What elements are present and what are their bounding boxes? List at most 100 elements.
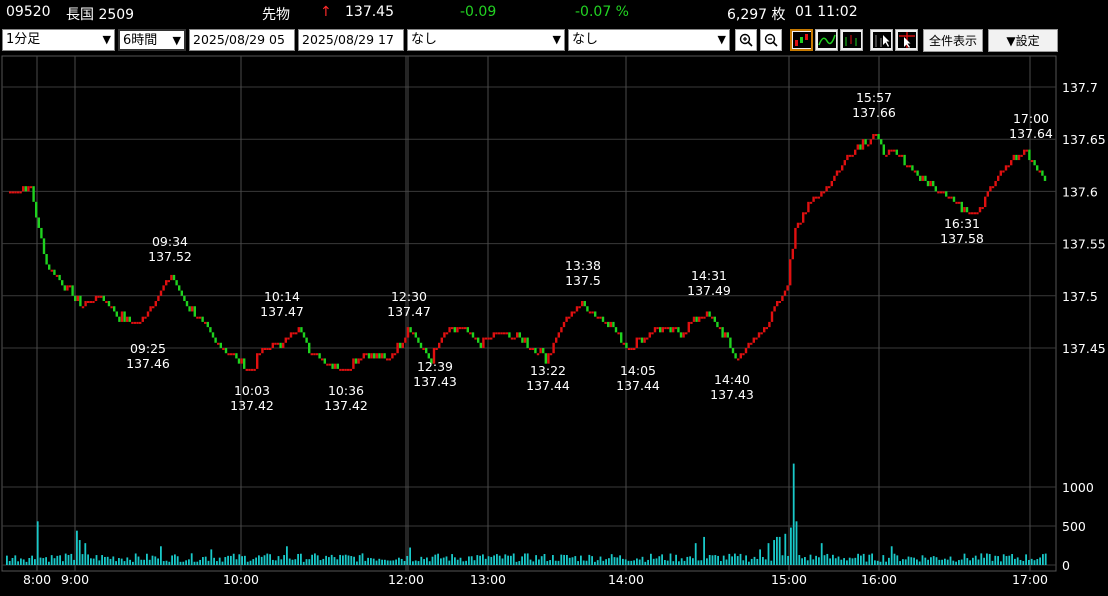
annotation-time: 14:31 xyxy=(691,268,727,283)
candlestick xyxy=(867,144,870,147)
start-date-field[interactable]: 2025/08/29 05 xyxy=(189,29,295,51)
candlestick xyxy=(87,301,90,304)
candlestick xyxy=(851,154,854,157)
volume-bar xyxy=(899,561,901,565)
candlestick xyxy=(776,301,779,307)
span-select[interactable]: 6時間 ▼ xyxy=(118,29,186,51)
price-tick-label: 137.7 xyxy=(1062,80,1098,95)
volume-bar xyxy=(818,557,820,565)
volume-bar xyxy=(398,557,400,565)
candlestick xyxy=(347,368,350,371)
indicator1-select[interactable]: なし ▼ xyxy=(407,29,565,51)
volume-bar xyxy=(462,561,465,565)
volume-bar xyxy=(308,559,311,565)
candlestick xyxy=(237,358,241,364)
volume-axis: 1000 500 0 xyxy=(1062,480,1094,573)
candlestick xyxy=(490,337,493,340)
candlestick xyxy=(869,139,872,145)
volume-bar xyxy=(865,561,868,565)
candlestick xyxy=(339,368,342,371)
candlestick xyxy=(536,353,540,356)
candlestick xyxy=(594,311,597,317)
line-chart-button[interactable] xyxy=(815,29,838,51)
volume-bar xyxy=(78,540,81,565)
zoom-in-button[interactable] xyxy=(735,29,757,51)
crosshair-tool-button[interactable] xyxy=(895,29,918,51)
annotation-time: 10:03 xyxy=(234,383,270,398)
candlestick xyxy=(258,353,261,356)
cursor-tool-button[interactable] xyxy=(870,29,893,51)
volume-bar xyxy=(199,559,201,565)
zoom-in-icon xyxy=(739,33,753,47)
candlestick xyxy=(872,133,875,140)
volume-bar xyxy=(356,561,358,565)
candlestick xyxy=(318,353,321,359)
volume-bar xyxy=(302,561,305,565)
volume-bar xyxy=(87,554,89,565)
candlestick xyxy=(607,321,610,328)
candlestick xyxy=(877,133,880,140)
candlestick xyxy=(76,295,79,302)
volume-bar xyxy=(451,554,453,565)
candlestick xyxy=(94,295,98,302)
zoom-out-button[interactable] xyxy=(760,29,782,51)
end-date-field[interactable]: 2025/08/29 17 xyxy=(298,29,404,51)
volume-bar xyxy=(64,553,67,565)
volume-bar xyxy=(708,555,711,565)
time-tick-label: 14:00 xyxy=(608,572,644,587)
candlestick xyxy=(1038,170,1041,173)
candlestick xyxy=(874,133,878,136)
candlestick xyxy=(321,358,324,361)
volume-bar xyxy=(767,543,770,565)
candlestick xyxy=(718,327,722,330)
settings-button[interactable]: ▼設定 xyxy=(988,29,1058,52)
volume-bar xyxy=(204,556,207,565)
volume-bar xyxy=(196,561,199,565)
end-date-value: 2025/08/29 17 xyxy=(302,32,394,47)
volume-bar xyxy=(389,560,392,565)
volume-bar xyxy=(980,553,983,565)
indicator2-select[interactable]: なし ▼ xyxy=(568,29,730,51)
candlestick xyxy=(55,274,59,277)
candlestick xyxy=(581,301,584,307)
candlestick xyxy=(471,332,475,338)
candlestick xyxy=(276,342,280,345)
candlestick xyxy=(19,191,22,194)
candlestick xyxy=(601,316,605,322)
candlestick xyxy=(742,353,745,356)
price-chart[interactable]: 137.7 137.65 137.6 137.55 137.5 137.45 1000 50… xyxy=(0,55,1108,596)
volume-bar xyxy=(711,555,714,565)
volume-bar xyxy=(221,561,224,565)
annotation-value: 137.43 xyxy=(413,374,457,389)
candlestick xyxy=(448,327,451,333)
candlestick xyxy=(672,327,675,333)
candlestick xyxy=(383,353,386,359)
candlestick xyxy=(932,180,935,187)
candlestick xyxy=(807,201,810,213)
volume-bar xyxy=(269,554,271,565)
candlestick xyxy=(201,316,204,322)
candlestick xyxy=(367,353,371,359)
candlestick xyxy=(646,337,649,340)
candlestick xyxy=(713,316,716,322)
interval-select[interactable]: 1分足 ▼ xyxy=(2,29,115,51)
candlestick xyxy=(705,311,709,317)
volume-bar xyxy=(395,559,397,565)
candlestick xyxy=(149,306,152,312)
bar-chart-button[interactable] xyxy=(840,29,863,51)
candlestick xyxy=(885,154,888,157)
full-view-button[interactable]: 全件表示 xyxy=(923,29,983,52)
candlestick xyxy=(971,212,974,215)
volume-bar xyxy=(465,560,467,565)
candlestick xyxy=(141,316,144,322)
volume-bar xyxy=(972,557,974,565)
candlestick xyxy=(422,348,425,350)
candlestick xyxy=(401,342,404,348)
candlestick xyxy=(440,337,443,343)
candlestick-chart-button[interactable] xyxy=(790,29,813,51)
candlestick xyxy=(172,274,176,281)
volume-bar xyxy=(837,556,840,565)
volume-bar xyxy=(358,555,361,565)
volume-bar xyxy=(414,560,417,565)
candlestick xyxy=(144,316,147,319)
